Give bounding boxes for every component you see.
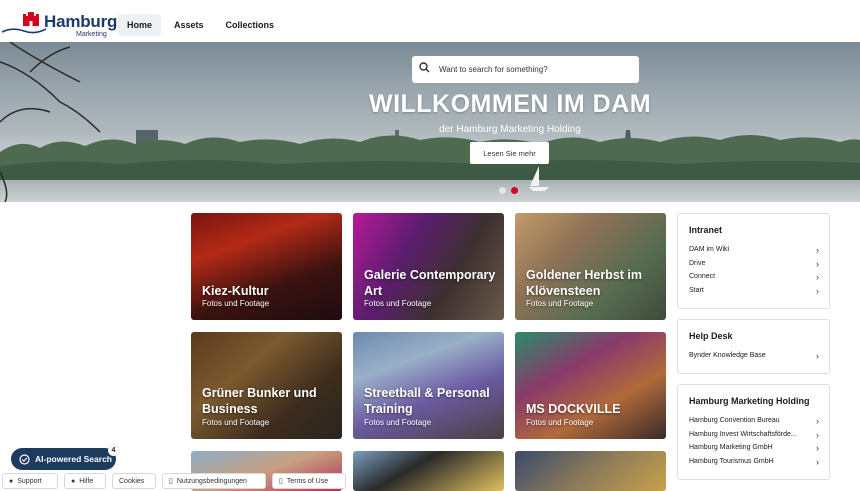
hamburg-marketing-logo[interactable]: Hamburg Marketing [2,10,117,40]
chevron-right-icon: › [816,443,819,453]
skyline-image [0,130,860,180]
intranet-panel: Intranet DAM im Wiki › Drive › Connect › St… [677,213,830,309]
card-title: Grüner Bunker und Business [202,386,317,416]
link-label: Bynder Knowledge Base [689,352,766,359]
ai-search-label: AI-powered Search [35,454,112,464]
search-icon [419,62,430,73]
footer-link-support[interactable]: ● Support [2,473,58,489]
collection-card[interactable]: Kiez-Kultur Fotos und Footage [191,213,342,320]
headset-icon: ● [9,477,14,485]
search-input[interactable]: Want to search for something? [439,65,548,74]
main-nav: Home Assets Collections [118,14,283,36]
logo-text: Hamburg [44,12,118,31]
card-title: MS DOCKVILLE [526,402,621,416]
chevron-right-icon: › [816,286,819,296]
link-label: Drive [689,260,706,267]
footer-link-cookies[interactable]: Cookies [112,473,156,489]
notification-badge: 4 [108,445,119,456]
card-title: Streetball & Personal Training [364,386,490,416]
link-label: Hamburg Marketing GmbH [689,444,773,451]
card-subtitle: Fotos und Footage [364,299,432,308]
nav-home[interactable]: Home [118,14,162,36]
top-header: Hamburg Marketing Home Assets Collection… [0,0,860,46]
holding-panel: Hamburg Marketing Holding Hamburg Conven… [677,384,830,480]
carousel-dots [499,187,518,194]
holding-link[interactable]: Hamburg Marketing GmbH › [689,443,819,453]
tree-branches-image [0,42,101,202]
hero-title: WILLKOMMEN IM DAM [368,90,652,118]
footer-link-label: Cookies [119,477,145,485]
card-subtitle: Fotos und Footage [364,418,432,427]
sailboat-image [529,166,549,191]
panel-title: Hamburg Marketing Holding [689,396,810,406]
card-subtitle: Fotos und Footage [202,299,270,308]
card-subtitle: Fotos und Footage [526,299,594,308]
collection-card[interactable]: Grüner Bunker und Business Fotos und Foo… [191,332,342,439]
nav-assets[interactable]: Assets [165,14,213,36]
hero-subtitle: der Hamburg Marketing Holding [439,124,581,135]
logo-subtext: Marketing [76,31,107,38]
link-label: Hamburg Invest Wirtschaftsförde... [689,431,797,438]
holding-link[interactable]: Hamburg Convention Bureau › [689,416,819,426]
read-more-button[interactable]: Lesen Sie mehr [470,142,549,164]
chevron-right-icon: › [816,416,819,426]
nav-collections[interactable]: Collections [217,14,284,36]
search-bar[interactable]: Want to search for something? [412,56,639,83]
card-subtitle: Fotos und Footage [202,418,270,427]
panel-title: Intranet [689,225,723,235]
document-icon: ▯ [169,478,173,485]
collection-card[interactable] [515,451,666,491]
chevron-right-icon: › [816,430,819,440]
carousel-dot-1[interactable] [499,187,506,194]
intranet-link[interactable]: DAM im Wiki › [689,245,819,255]
footer-link-label: Nutzungsbedingungen [176,477,247,485]
card-title: Kiez-Kultur [202,284,269,298]
water-area [0,180,860,202]
collection-card[interactable]: MS DOCKVILLE Fotos und Footage [515,332,666,439]
chevron-right-icon: › [816,272,819,282]
carousel-dot-2[interactable] [511,187,518,194]
card-title: Galerie Contemporary Art [364,268,496,298]
footer-link-label: Hilfe [79,477,94,485]
footer-link-nutzungsbedingungen[interactable]: ▯ Nutzungsbedingungen [162,473,266,489]
helpdesk-panel: Help Desk Bynder Knowledge Base › [677,319,830,374]
footer-link-terms[interactable]: ▯ Terms of Use [272,473,346,489]
document-icon: ▯ [279,478,283,485]
intranet-link[interactable]: Start › [689,286,819,296]
link-label: Connect [689,273,716,280]
collection-card[interactable]: Goldener Herbst im Klövensteen Fotos und… [515,213,666,320]
link-label: DAM im Wiki [689,246,730,253]
intranet-link[interactable]: Drive › [689,259,819,269]
chevron-right-icon: › [816,245,819,255]
chevron-right-icon: › [816,259,819,269]
collection-card[interactable]: Galerie Contemporary Art Fotos und Foota… [353,213,504,320]
holding-link[interactable]: Hamburg Tourismus GmbH › [689,457,819,467]
link-label: Hamburg Tourismus GmbH [689,458,774,465]
footer-link-label: Support [17,477,42,485]
card-title: Goldener Herbst im Klövensteen [526,268,642,298]
collection-card[interactable] [353,451,504,491]
helpdesk-link[interactable]: Bynder Knowledge Base › [689,351,819,361]
check-badge-icon [19,453,30,465]
intranet-link[interactable]: Connect › [689,272,819,282]
footer-link-label: Terms of Use [286,477,329,485]
hero-banner: Want to search for something? WILLKOMMEN… [0,42,860,202]
castle-icon [23,12,39,26]
link-label: Start [689,287,704,294]
collection-card[interactable]: Streetball & Personal Training Fotos und… [353,332,504,439]
link-label: Hamburg Convention Bureau [689,417,780,424]
footer-link-hilfe[interactable]: ● Hilfe [64,473,106,489]
chevron-right-icon: › [816,351,819,361]
wave-icon [2,28,46,34]
holding-link[interactable]: Hamburg Invest Wirtschaftsförde... › [689,430,819,440]
chevron-right-icon: › [816,457,819,467]
panel-title: Help Desk [689,331,733,341]
help-icon: ● [71,477,76,485]
ai-search-button[interactable]: AI-powered Search [11,448,116,470]
card-subtitle: Fotos und Footage [526,418,594,427]
